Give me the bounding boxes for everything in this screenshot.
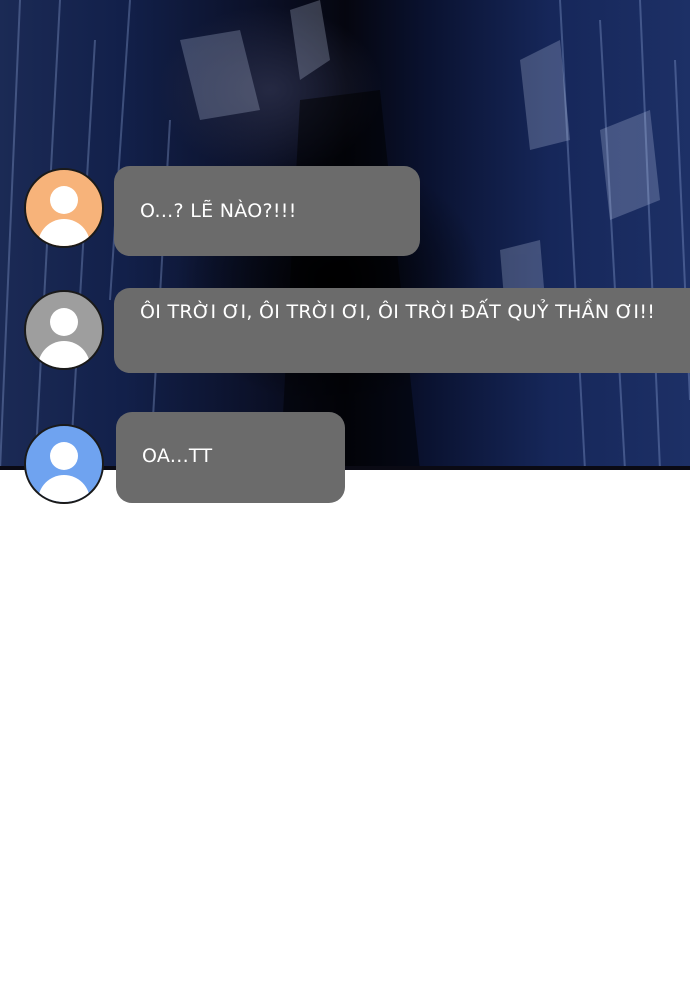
user-avatar-icon[interactable]	[24, 424, 104, 504]
user-avatar-icon[interactable]	[24, 168, 104, 248]
message-bubble[interactable]: O...? LẼ NÀO?!!!	[114, 166, 420, 256]
user-avatar-icon[interactable]	[24, 290, 104, 370]
message-bubble[interactable]: OA...TT	[116, 412, 345, 503]
avatar-body	[38, 341, 90, 368]
avatar-body	[38, 475, 90, 502]
avatar-body	[38, 219, 90, 246]
message-text: O...? LẼ NÀO?!!!	[140, 200, 297, 222]
avatar-head	[50, 442, 78, 470]
message-text: ÔI TRỜI ƠI, ÔI TRỜI ƠI, ÔI TRỜI ĐẤT QUỶ …	[140, 301, 656, 323]
message-bubble[interactable]: ÔI TRỜI ƠI, ÔI TRỜI ƠI, ÔI TRỜI ĐẤT QUỶ …	[114, 288, 690, 373]
avatar-head	[50, 186, 78, 214]
message-text: OA...TT	[142, 445, 213, 467]
avatar-head	[50, 308, 78, 336]
